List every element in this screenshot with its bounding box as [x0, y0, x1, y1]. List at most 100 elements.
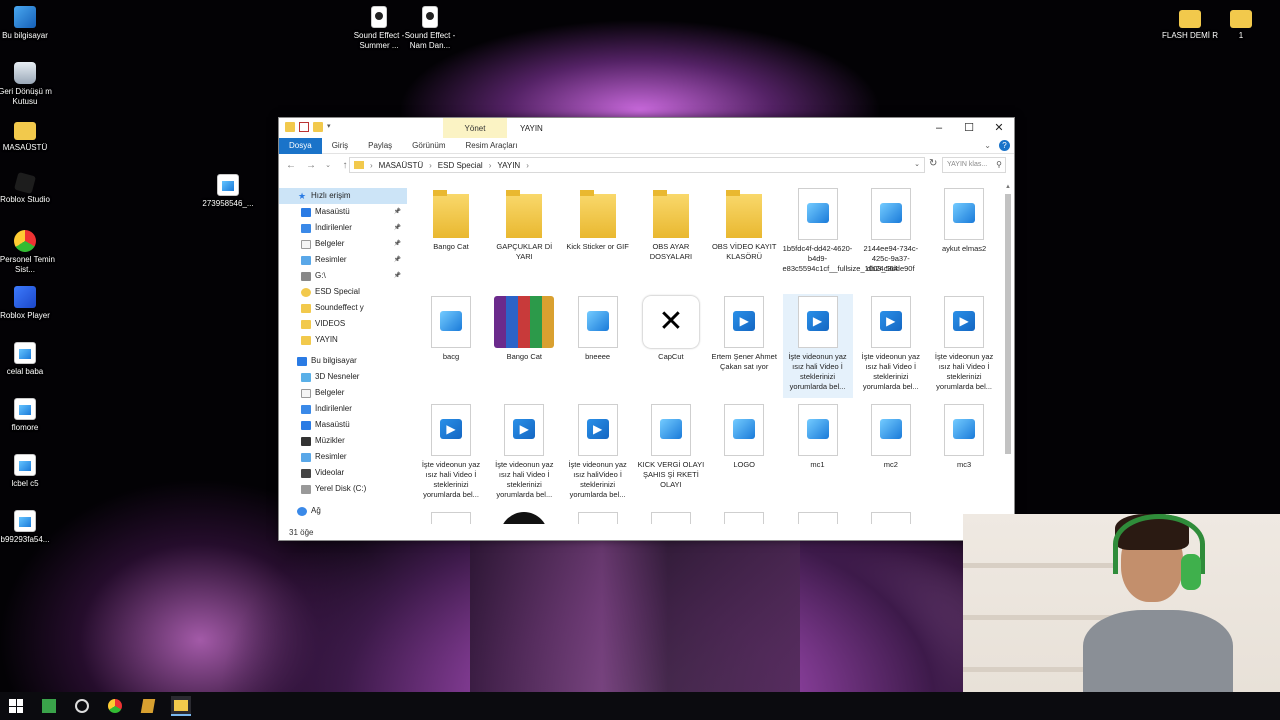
- nav-pc-item[interactable]: Yerel Disk (C:): [279, 481, 407, 497]
- file-item[interactable]: mc2: [856, 402, 926, 506]
- file-item[interactable]: İşte videonun yaz ısız hali Video İ stek…: [416, 402, 486, 506]
- nav-quick-item[interactable]: G:\ 📌: [279, 268, 407, 284]
- taskbar-obs[interactable]: [72, 696, 92, 716]
- desktop-shortcut[interactable]: b99293fa54...: [0, 510, 55, 545]
- file-item[interactable]: [709, 510, 779, 524]
- file-item[interactable]: İşte videonun yaz ısız hali Video İ stek…: [856, 294, 926, 398]
- forward-button[interactable]: →: [305, 160, 317, 171]
- file-item[interactable]: [856, 510, 926, 524]
- desktop-shortcut[interactable]: Geri Dönüşü m Kutusu: [0, 62, 55, 107]
- scrollbar-thumb[interactable]: [1005, 194, 1011, 454]
- nav-quick-item[interactable]: İndirilenler 📌: [279, 220, 407, 236]
- tab-home[interactable]: Giriş: [322, 138, 358, 154]
- scroll-up-icon[interactable]: ▲: [1004, 184, 1012, 190]
- expand-ribbon-icon[interactable]: ⌄: [984, 141, 991, 150]
- taskbar-file-explorer[interactable]: [171, 696, 191, 716]
- desktop-shortcut[interactable]: celal baba: [0, 342, 55, 377]
- file-item[interactable]: OBS VİDEO KAYIT KLASÖRÜ: [709, 186, 779, 290]
- start-button[interactable]: [6, 696, 26, 716]
- nav-quick-item[interactable]: Resimler 📌: [279, 252, 407, 268]
- desktop-shortcut[interactable]: 273958546_...: [198, 174, 258, 209]
- pin-icon[interactable]: 📌: [394, 220, 401, 236]
- taskbar-chrome[interactable]: [105, 696, 125, 716]
- address-bar[interactable]: › MASAÜSTÜ › ESD Special › YAYIN › ⌄: [349, 157, 925, 173]
- file-explorer-window[interactable]: ▾ Yönet YAYIN – ☐ ✕ Dosya Giriş Paylaş G…: [278, 117, 1015, 541]
- nav-network[interactable]: Ağ: [279, 503, 407, 519]
- close-button[interactable]: ✕: [984, 118, 1014, 138]
- file-item[interactable]: 2144ee94-734c-425c-9a37-db24c3dde90f: [856, 186, 926, 290]
- file-item[interactable]: GAPÇUKLAR Dİ YARI: [489, 186, 559, 290]
- desktop-shortcut[interactable]: Bu bilgisayar: [0, 6, 55, 41]
- file-item[interactable]: KICK VERGİ OLAYI ŞAHIS Şİ RKETİ OLAYI: [636, 402, 706, 506]
- tab-share[interactable]: Paylaş: [358, 138, 402, 154]
- nav-quick-item[interactable]: VIDEOS: [279, 316, 407, 332]
- nav-quick-item[interactable]: Soundeffect y: [279, 300, 407, 316]
- minimize-button[interactable]: –: [924, 118, 954, 138]
- desktop-shortcut[interactable]: - Personel Temin Sist...: [0, 230, 55, 275]
- file-item[interactable]: bacg: [416, 294, 486, 398]
- taskbar-tool[interactable]: [138, 696, 158, 716]
- search-input[interactable]: YAYIN klas... ⚲: [942, 157, 1006, 173]
- vertical-scrollbar[interactable]: ▲: [1004, 184, 1012, 524]
- tab-file[interactable]: Dosya: [279, 137, 322, 154]
- file-item[interactable]: [489, 510, 559, 524]
- file-item[interactable]: [636, 510, 706, 524]
- nav-quick-item[interactable]: YAYIN: [279, 332, 407, 348]
- breadcrumb-item[interactable]: ESD Special: [438, 161, 483, 170]
- nav-quick-item[interactable]: ESD Special: [279, 284, 407, 300]
- file-item[interactable]: mc3: [929, 402, 999, 506]
- chevron-right-icon[interactable]: ›: [429, 161, 432, 170]
- file-item[interactable]: mc1: [783, 402, 853, 506]
- file-item[interactable]: ✕ CapCut: [636, 294, 706, 398]
- file-item[interactable]: [783, 510, 853, 524]
- chevron-right-icon[interactable]: ›: [370, 161, 373, 170]
- recent-locations-button[interactable]: ⌄: [325, 161, 331, 169]
- maximize-button[interactable]: ☐: [954, 118, 984, 138]
- manage-context-tab[interactable]: Yönet: [443, 118, 507, 138]
- refresh-icon[interactable]: ↻: [929, 158, 937, 169]
- nav-quick-item[interactable]: Masaüstü 📌: [279, 204, 407, 220]
- file-item[interactable]: İşte videonun yaz ısız haliVideo İ stekl…: [563, 402, 633, 506]
- taskbar-minecraft[interactable]: [39, 696, 59, 716]
- file-item[interactable]: aykut elmas2: [929, 186, 999, 290]
- nav-pc-item[interactable]: 3D Nesneler: [279, 369, 407, 385]
- desktop-shortcut[interactable]: flomore: [0, 398, 55, 433]
- desktop-shortcut[interactable]: 1: [1211, 6, 1271, 41]
- nav-pc-item[interactable]: Belgeler: [279, 385, 407, 401]
- file-item[interactable]: LOGO: [709, 402, 779, 506]
- nav-pc-item[interactable]: Masaüstü: [279, 417, 407, 433]
- file-item[interactable]: bneeee: [563, 294, 633, 398]
- file-item[interactable]: Ertem Şener Ahmet Çakan sat ıyor: [709, 294, 779, 398]
- file-item[interactable]: [563, 510, 633, 524]
- file-item[interactable]: [416, 510, 486, 524]
- file-item[interactable]: İşte videonun yaz ısız hali Video İ stek…: [489, 402, 559, 506]
- pin-icon[interactable]: 📌: [394, 204, 401, 220]
- chevron-down-icon[interactable]: ⌄: [914, 160, 920, 168]
- nav-this-pc[interactable]: Bu bilgisayar: [279, 353, 407, 369]
- breadcrumb-item[interactable]: MASAÜSTÜ: [379, 161, 423, 170]
- file-item[interactable]: Bango Cat: [489, 294, 559, 398]
- file-item[interactable]: Bango Cat: [416, 186, 486, 290]
- dropdown-icon[interactable]: ▾: [327, 122, 337, 132]
- tab-view[interactable]: Görünüm: [402, 138, 455, 154]
- properties-icon[interactable]: [299, 122, 309, 132]
- new-folder-icon[interactable]: [313, 122, 323, 132]
- title-bar[interactable]: ▾ Yönet YAYIN – ☐ ✕: [279, 118, 1014, 138]
- desktop-shortcut[interactable]: Sound Effect - Nam Dan...: [400, 6, 460, 51]
- desktop-shortcut[interactable]: lcbel c5: [0, 454, 55, 489]
- nav-quick-item[interactable]: Belgeler 📌: [279, 236, 407, 252]
- nav-pc-item[interactable]: Resimler: [279, 449, 407, 465]
- nav-quick-access[interactable]: ★ Hızlı erişim: [279, 188, 407, 204]
- nav-pc-item[interactable]: Müzikler: [279, 433, 407, 449]
- desktop-shortcut[interactable]: Roblox Studio: [0, 171, 55, 205]
- file-item[interactable]: 1b5fdc4f-dd42-4620-b4d9-e83c5594c1cf__fu…: [783, 186, 898, 290]
- back-button[interactable]: ←: [285, 160, 297, 171]
- breadcrumb-item[interactable]: YAYIN: [497, 161, 520, 170]
- folder-icon[interactable]: [285, 122, 295, 132]
- pin-icon[interactable]: 📌: [394, 268, 401, 284]
- tab-picture-tools[interactable]: Resim Araçları: [456, 138, 528, 154]
- file-item[interactable]: Kick Sticker or GIF: [563, 186, 633, 290]
- file-item[interactable]: İşte videonun yaz ısız hali Video İ stek…: [782, 294, 853, 398]
- chevron-right-icon[interactable]: ›: [526, 161, 529, 170]
- pin-icon[interactable]: 📌: [394, 252, 401, 268]
